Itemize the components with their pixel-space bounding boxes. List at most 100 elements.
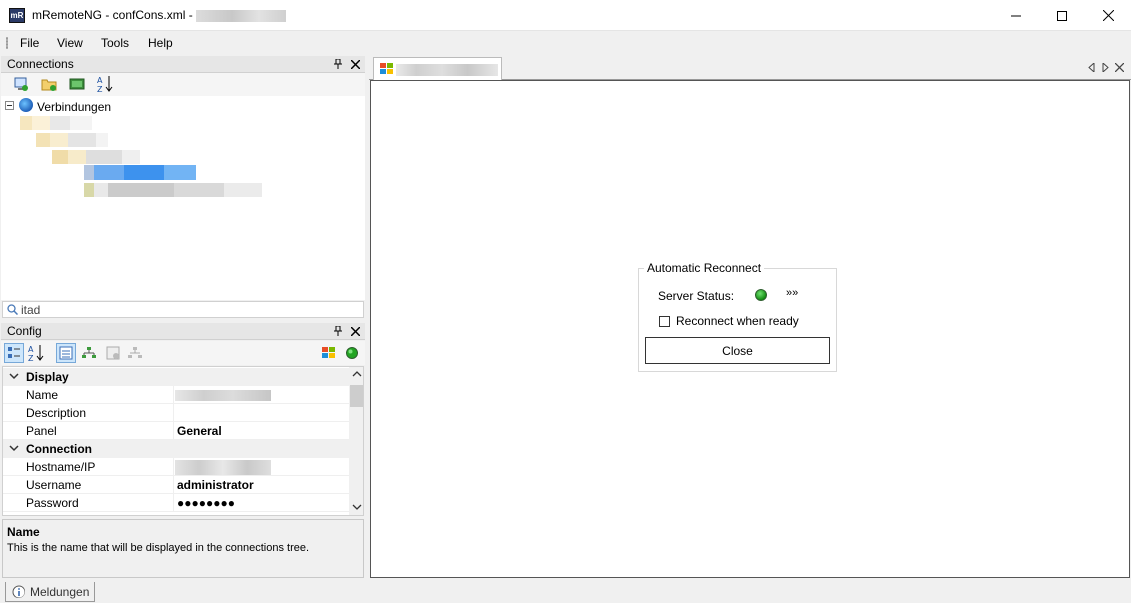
category-connection[interactable]: Connection [3, 440, 349, 458]
default-inheritance-button[interactable] [125, 343, 145, 363]
property-row[interactable]: Password ●●●●●●●● [3, 494, 349, 512]
property-description: Name This is the name that will be displ… [2, 519, 364, 578]
chevron-up-icon[interactable] [352, 370, 362, 378]
close-button[interactable]: Close [645, 337, 830, 364]
tree-node-selected-redacted[interactable] [84, 165, 196, 180]
divider [173, 494, 174, 512]
view-button[interactable] [67, 74, 87, 94]
divider [173, 458, 174, 476]
categorized-button[interactable] [4, 343, 24, 363]
grid-scrollbar[interactable] [349, 367, 363, 515]
new-folder-icon [41, 79, 57, 91]
close-tab-icon[interactable] [1115, 63, 1124, 72]
tree-node-redacted[interactable] [20, 116, 92, 130]
menu-grip[interactable] [6, 37, 8, 49]
category-display[interactable]: Display [3, 368, 349, 386]
property-row[interactable]: Username administrator [3, 476, 349, 494]
new-connection-button[interactable] [11, 74, 31, 94]
default-inheritance-icon [128, 347, 142, 358]
scrollbar-thumb[interactable] [350, 385, 363, 407]
inheritance-button[interactable] [79, 343, 99, 363]
tree-node-redacted[interactable] [36, 133, 108, 147]
property-label: Panel [26, 424, 57, 438]
chevron-down-icon [9, 445, 19, 452]
divider [173, 422, 174, 440]
menu-help[interactable]: Help [148, 36, 173, 50]
tree-node-redacted[interactable] [84, 183, 262, 197]
category-label: Display [26, 370, 69, 384]
windows-logo-icon [319, 343, 339, 363]
minimize-icon [1011, 15, 1021, 16]
search-icon [7, 304, 18, 315]
property-value[interactable]: administrator [177, 478, 254, 492]
property-value-redacted [175, 460, 271, 475]
new-folder-button[interactable] [39, 74, 59, 94]
status-chevrons: »» [786, 287, 799, 299]
config-toolbar: AZ [1, 341, 365, 365]
server-status-led [755, 289, 767, 301]
search-bar[interactable]: itad [2, 301, 364, 318]
connections-toolbar: AZ [1, 73, 365, 96]
window-title: mRemoteNG - confCons.xml - [32, 8, 193, 22]
new-connection-icon [14, 77, 28, 91]
windows-logo-icon [380, 63, 393, 74]
app-icon: mR [9, 8, 25, 23]
config-panel-title: Config [7, 324, 42, 338]
maximize-button[interactable] [1039, 0, 1085, 31]
divider [173, 476, 174, 494]
pin-icon[interactable] [331, 324, 345, 338]
default-properties-button[interactable] [103, 343, 123, 363]
close-panel-icon[interactable] [348, 324, 362, 338]
menu-bar: File View Tools Help [0, 31, 1131, 55]
globe-icon [19, 98, 33, 112]
category-label: Connection [26, 442, 92, 456]
description-title: Name [7, 525, 40, 539]
tree-node-redacted[interactable] [52, 150, 140, 164]
bottom-dock-tab[interactable]: Meldungen [5, 582, 95, 602]
svg-text:Z: Z [28, 354, 34, 362]
scroll-right-icon[interactable] [1102, 63, 1109, 72]
menu-file[interactable]: File [20, 36, 39, 50]
reconnect-when-ready-label[interactable]: Reconnect when ready [676, 314, 799, 328]
maximize-icon [1057, 10, 1067, 21]
menu-tools[interactable]: Tools [101, 36, 129, 50]
connections-panel-header: Connections [1, 56, 365, 73]
sort-button[interactable]: AZ [95, 74, 115, 94]
minimize-button[interactable] [993, 0, 1039, 31]
close-panel-icon[interactable] [348, 57, 362, 71]
close-icon [1102, 10, 1114, 21]
property-label: Description [26, 406, 87, 420]
alphabetical-button[interactable]: AZ [26, 343, 46, 363]
property-label: Username [26, 478, 82, 492]
menu-view[interactable]: View [57, 36, 83, 50]
property-row[interactable]: Hostname/IP [3, 458, 349, 476]
scroll-left-icon[interactable] [1088, 63, 1095, 72]
config-panel-header: Config [1, 323, 365, 340]
search-input[interactable]: itad [21, 303, 40, 317]
server-status-label: Server Status: [658, 289, 735, 303]
tab-title-redacted [396, 64, 498, 76]
tree-expander[interactable] [5, 101, 14, 110]
property-value[interactable]: ●●●●●●●● [177, 496, 235, 510]
status-led-icon [342, 343, 362, 363]
close-window-button[interactable] [1085, 0, 1131, 31]
description-text: This is the name that will be displayed … [7, 542, 310, 554]
tree-root-label[interactable]: Verbindungen [37, 100, 111, 114]
property-value[interactable]: General [177, 424, 222, 438]
title-bar: mR mRemoteNG - confCons.xml - [0, 0, 1131, 31]
properties-button[interactable] [56, 343, 76, 363]
chevron-down-icon [9, 373, 19, 380]
inheritance-icon [82, 347, 96, 358]
pin-icon[interactable] [331, 57, 345, 71]
property-row[interactable]: Panel General [3, 422, 349, 440]
properties-icon [59, 346, 73, 360]
reconnect-when-ready-checkbox[interactable] [659, 316, 670, 327]
property-row[interactable]: Name [3, 386, 349, 404]
property-row[interactable]: Description [3, 404, 349, 422]
alphabetical-icon: AZ [28, 345, 44, 362]
document-tab[interactable] [373, 57, 502, 80]
svg-text:Z: Z [97, 85, 103, 93]
default-properties-icon [106, 346, 120, 360]
chevron-down-icon[interactable] [352, 503, 362, 511]
property-label: Hostname/IP [26, 460, 96, 474]
